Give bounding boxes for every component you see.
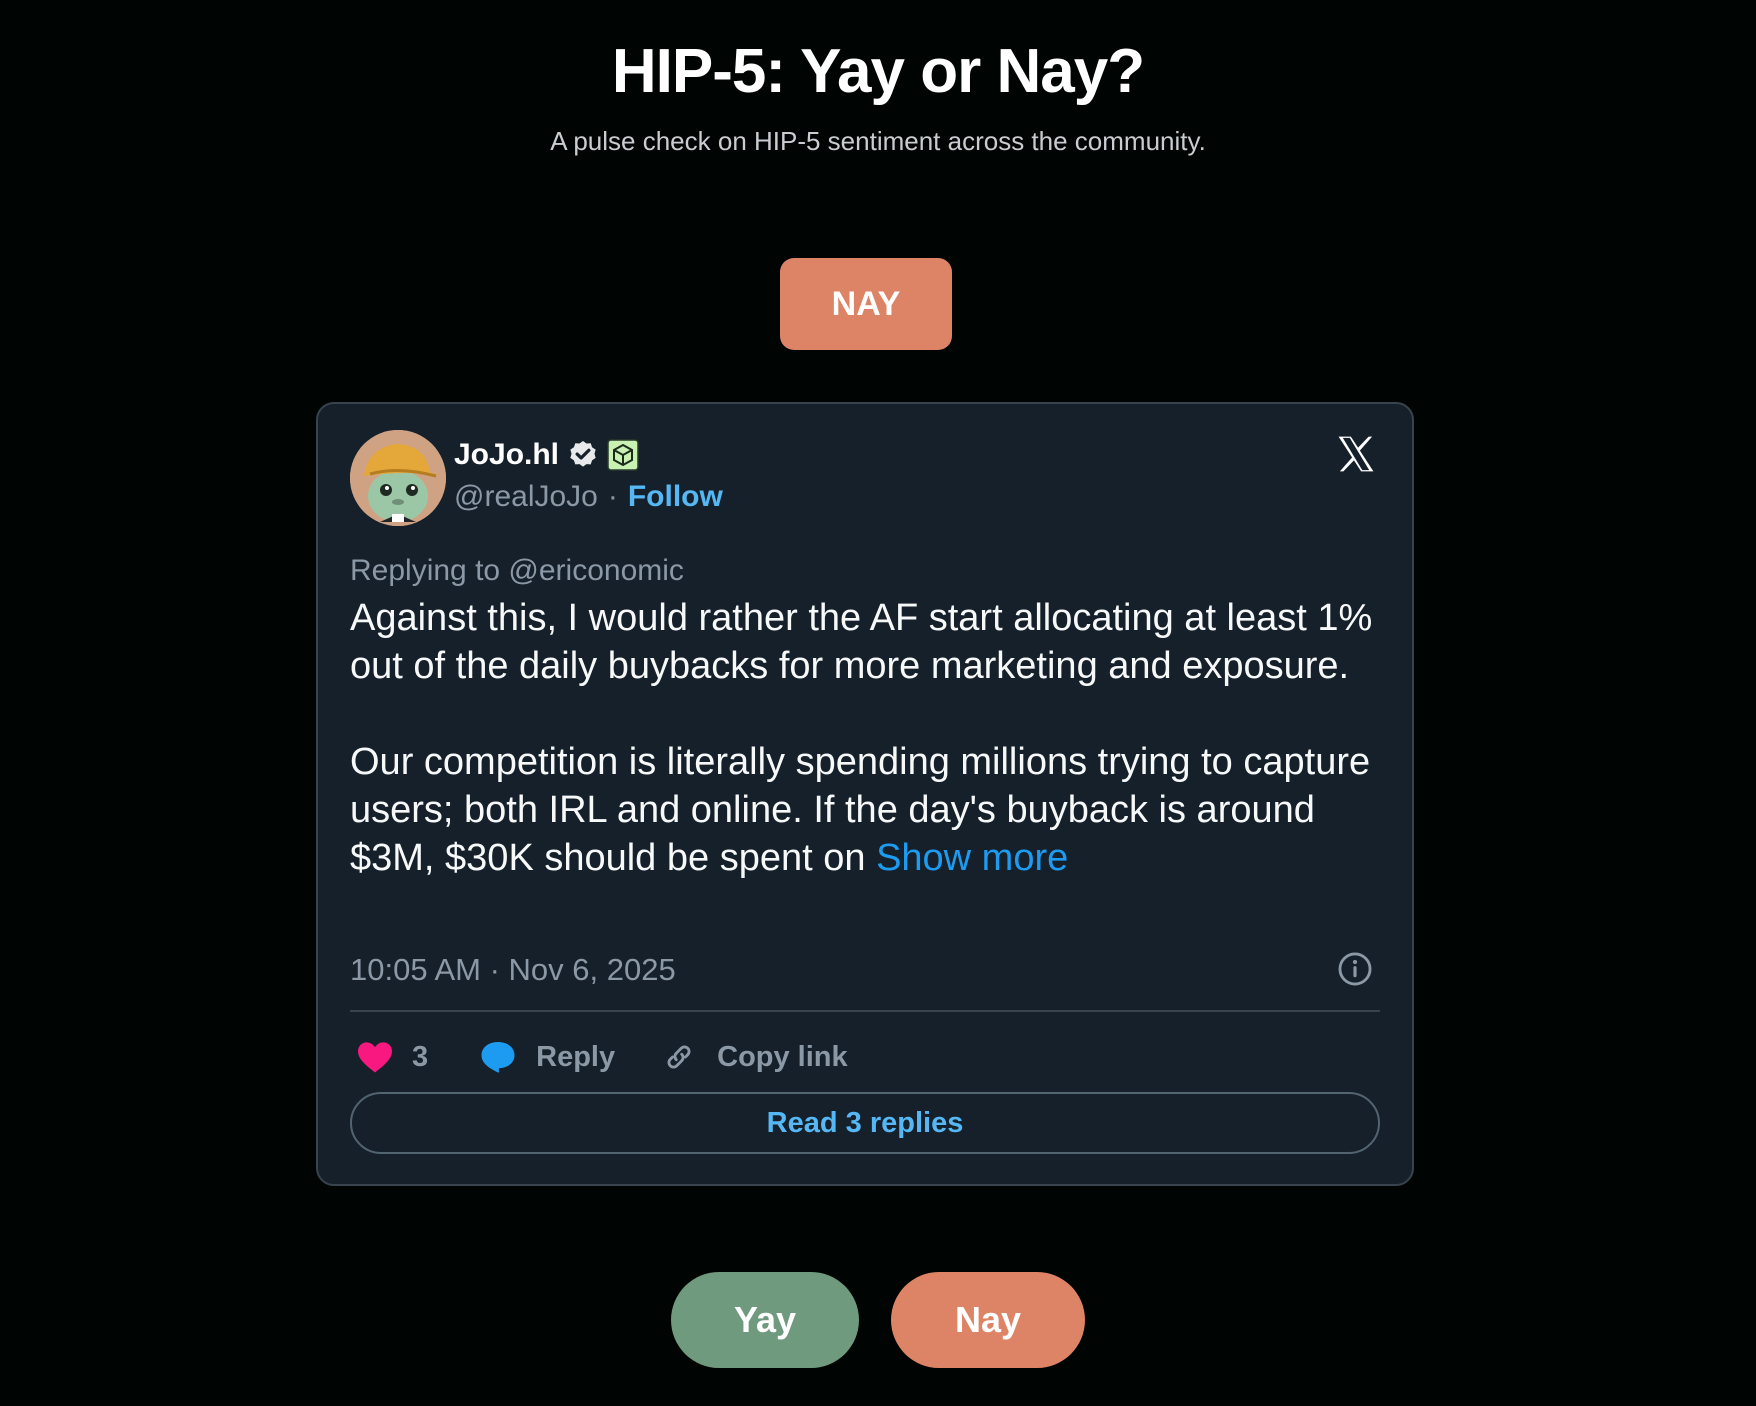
- copy-link-button[interactable]: Copy link: [661, 1039, 848, 1075]
- yay-button[interactable]: Yay: [671, 1272, 859, 1368]
- tweet-timestamp[interactable]: 10:05 AM · Nov 6, 2025: [350, 952, 676, 988]
- page-subtitle: A pulse check on HIP-5 sentiment across …: [550, 126, 1206, 156]
- reply-label: Reply: [536, 1040, 616, 1073]
- like-count: 3: [412, 1040, 429, 1073]
- handle-separator: ·: [607, 480, 618, 513]
- info-icon[interactable]: [1336, 950, 1374, 988]
- avatar[interactable]: [350, 430, 446, 526]
- tweet-text: Against this, I would rather the AF star…: [350, 594, 1380, 882]
- nay-button[interactable]: Nay: [891, 1272, 1085, 1368]
- author-name-row: JoJo.hl: [454, 438, 639, 472]
- x-logo-icon[interactable]: [1334, 432, 1378, 476]
- show-more-link[interactable]: Show more: [876, 837, 1068, 879]
- avatar-image: [350, 430, 446, 526]
- tweet-paragraph-2-text: Our competition is literally spending mi…: [350, 741, 1371, 879]
- heart-icon: [358, 1042, 392, 1073]
- tweet-paragraph-2: Our competition is literally spending mi…: [350, 738, 1380, 882]
- verdict-badge: NAY: [780, 258, 952, 350]
- verified-badge-icon: [567, 439, 599, 471]
- reply-context[interactable]: Replying to @ericonomic: [350, 554, 684, 588]
- read-replies-button[interactable]: Read 3 replies: [350, 1092, 1380, 1154]
- tweet-card: JoJo.hl @realJoJo · Follow Replying to @…: [316, 402, 1414, 1186]
- copy-link-label: Copy link: [717, 1040, 848, 1073]
- vote-buttons: Yay Nay: [0, 1272, 1756, 1368]
- speech-bubble-icon: [481, 1042, 515, 1073]
- author-handle[interactable]: @realJoJo: [454, 480, 598, 514]
- like-button[interactable]: 3: [356, 1040, 428, 1074]
- tweet-paragraph-1: Against this, I would rather the AF star…: [350, 597, 1373, 687]
- reply-button[interactable]: Reply: [480, 1040, 615, 1074]
- link-icon: [667, 1045, 691, 1069]
- divider: [350, 1010, 1380, 1012]
- author-handle-row: @realJoJo · Follow: [454, 480, 723, 514]
- author-name[interactable]: JoJo.hl: [454, 438, 559, 472]
- follow-link[interactable]: Follow: [628, 480, 723, 514]
- page-title: HIP-5: Yay or Nay?: [611, 37, 1145, 106]
- green-cube-badge-icon[interactable]: [607, 439, 639, 471]
- tweet-actions: 3 Reply Copy link: [356, 1032, 848, 1082]
